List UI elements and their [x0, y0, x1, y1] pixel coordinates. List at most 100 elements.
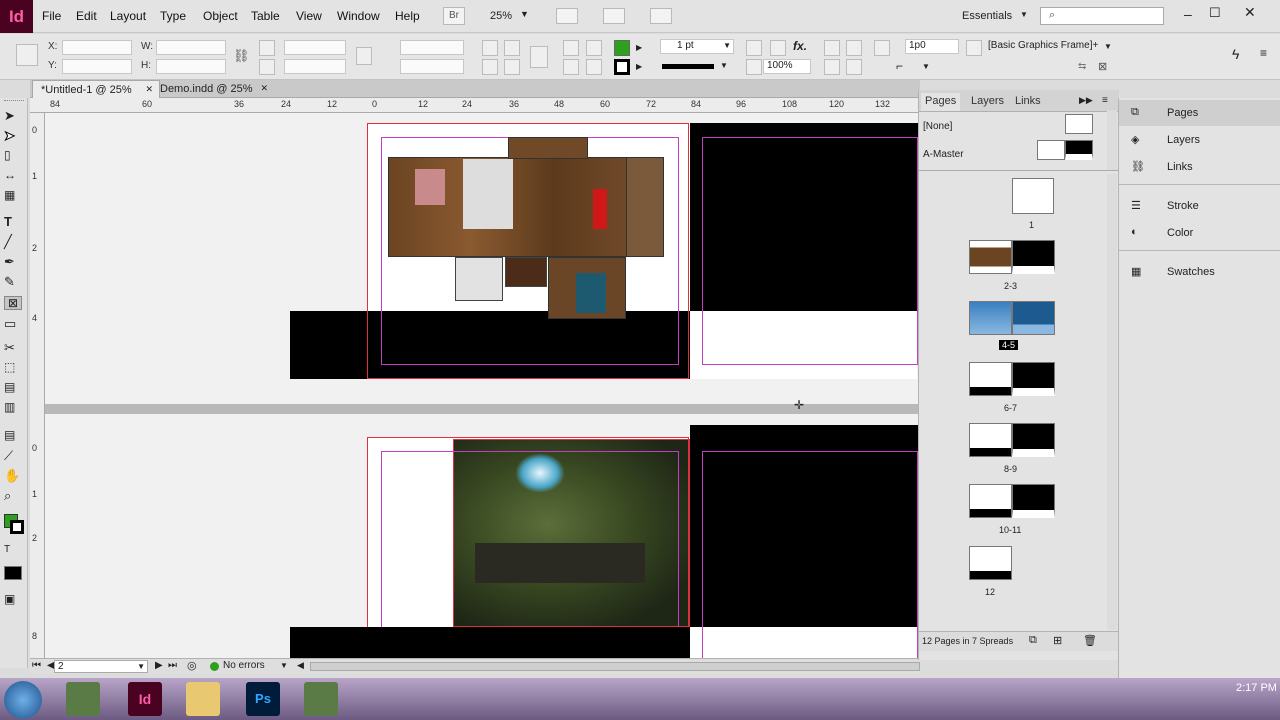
dock-swatches[interactable]: ▦ Swatches [1119, 259, 1280, 285]
panel-tab-pages[interactable]: Pages [921, 93, 961, 111]
corner-dropdown-icon[interactable]: ▼ [922, 62, 930, 71]
reference-point-icon[interactable] [16, 44, 38, 66]
object-style-dropdown-icon[interactable]: ▼ [1104, 42, 1112, 51]
scissors-tool-icon[interactable]: ✂ [4, 340, 22, 355]
maximize-icon[interactable]: ☐ [1209, 5, 1221, 21]
vertical-ruler[interactable]: 0 1 2 4 0 1 2 8 [30, 113, 45, 658]
rotate-90-cw-icon[interactable] [482, 40, 498, 56]
shear-field[interactable] [400, 59, 464, 74]
wrap-none-icon[interactable] [824, 40, 840, 56]
taskbar-app-icon[interactable] [66, 682, 100, 716]
zoom-level[interactable]: 25% [490, 10, 512, 22]
tab-demo[interactable]: Demo.indd @ 25% ✕ [152, 80, 272, 98]
content-collector-icon[interactable]: ▦ [4, 188, 22, 202]
scroll-left-icon[interactable]: ◀ [297, 660, 304, 671]
tab-untitled[interactable]: *Untitled-1 @ 25% ✕ [32, 80, 160, 98]
x-field[interactable] [62, 40, 132, 55]
menu-table[interactable]: Table [251, 9, 280, 23]
menu-edit[interactable]: Edit [76, 9, 97, 23]
taskbar-photoshop-icon[interactable]: Ps [246, 682, 280, 716]
view-options-icon[interactable] [556, 8, 578, 24]
effects-icon[interactable] [770, 40, 786, 56]
preflight-icon[interactable]: ◎ [187, 659, 197, 672]
menu-type[interactable]: Type [160, 9, 186, 23]
none-master-thumb[interactable] [1065, 114, 1093, 134]
select-next-icon[interactable] [586, 59, 602, 75]
page-thumb-10[interactable] [969, 484, 1012, 518]
gradient-swatch-tool-icon[interactable]: ▤ [4, 380, 22, 394]
minimize-icon[interactable]: – [1184, 6, 1192, 22]
rectangle-tool-icon[interactable]: ▭ [4, 316, 22, 331]
page-thumb-3[interactable] [1012, 240, 1055, 274]
menu-window[interactable]: Window [337, 9, 380, 23]
rectangle-frame-tool-icon[interactable]: ⊠ [4, 296, 22, 310]
offset-field[interactable]: 1p0 [905, 39, 959, 54]
stroke-type-dropdown-icon[interactable]: ▼ [720, 61, 728, 70]
clear-overrides-icon[interactable]: ⇆ [1078, 61, 1086, 72]
document-canvas[interactable]: ✛ [45, 113, 918, 658]
y-field[interactable] [62, 59, 132, 74]
page-number-field[interactable]: 2 ▼ [54, 660, 148, 673]
a-master-thumb-left[interactable] [1037, 140, 1065, 160]
scale-x-field[interactable] [284, 40, 346, 55]
taskbar-indesign-icon[interactable]: Id [128, 682, 162, 716]
menu-file[interactable]: File [42, 9, 61, 23]
gap-tool-icon[interactable]: ↔ [4, 168, 22, 182]
page-thumb-7[interactable] [1012, 362, 1055, 396]
line-tool-icon[interactable]: ╱ [4, 234, 22, 249]
preflight-dropdown-icon[interactable]: ▼ [280, 661, 288, 670]
free-transform-tool-icon[interactable]: ⬚ [4, 360, 22, 374]
drop-shadow-icon[interactable] [746, 40, 762, 56]
page-thumb-9[interactable] [1012, 423, 1055, 457]
dock-links[interactable]: ⛓ Links [1119, 154, 1280, 180]
zoom-tool-icon[interactable]: ⌕ [4, 488, 22, 503]
pages-scrollbar[interactable] [1107, 174, 1117, 630]
next-page-icon[interactable]: ▶ [155, 660, 163, 671]
screen-mode-icon[interactable] [603, 8, 625, 24]
panel-tab-links[interactable]: Links [1011, 93, 1045, 111]
scale-y-icon[interactable] [259, 59, 275, 75]
last-page-icon[interactable]: ⏭ [168, 660, 177, 671]
formatting-affects-container-icon[interactable]: T [4, 544, 22, 558]
note-tool-icon[interactable]: ▤ [4, 428, 22, 442]
flip-vertical-icon[interactable] [504, 59, 520, 75]
opacity-field[interactable]: 100% [763, 59, 811, 74]
align-center-icon[interactable] [846, 59, 862, 75]
panel-menu-icon[interactable]: ≡ [1260, 46, 1267, 60]
master-scrollbar[interactable] [1107, 110, 1117, 170]
rotate-90-ccw-icon[interactable] [504, 40, 520, 56]
stroke-swatch[interactable] [614, 59, 630, 75]
stroke-dropdown-icon[interactable]: ▶ [636, 62, 642, 71]
menu-object[interactable]: Object [203, 9, 238, 23]
page-thumb-4[interactable] [969, 301, 1012, 335]
dock-stroke[interactable]: ☰ Stroke [1119, 193, 1280, 219]
workspace-dropdown-icon[interactable]: ▼ [1020, 10, 1028, 19]
taskbar-app-icon[interactable] [304, 682, 338, 716]
lightning-icon[interactable]: ϟ [1232, 46, 1239, 62]
page-thumb-8[interactable] [969, 423, 1012, 457]
screen-mode-tool-icon[interactable]: ▣ [4, 592, 22, 606]
start-button[interactable] [4, 681, 42, 719]
delete-page-icon[interactable]: 🗑 [1083, 634, 1097, 647]
constrain-proportions-icon[interactable]: ⛓ [233, 48, 250, 64]
quick-apply-icon[interactable]: ⊠ [1098, 60, 1107, 73]
menu-view[interactable]: View [296, 9, 322, 23]
scale-x-icon[interactable] [259, 40, 275, 56]
a-master[interactable]: A-Master [923, 149, 964, 160]
tab-close-icon[interactable]: ✕ [260, 83, 268, 94]
page-thumb-12[interactable] [969, 546, 1012, 580]
select-content-icon[interactable] [586, 40, 602, 56]
stroke-type-preview[interactable] [662, 64, 714, 69]
dock-pages[interactable]: ⧉ Pages [1119, 100, 1280, 126]
object-style-select[interactable]: [Basic Graphics Frame]+ [988, 40, 1098, 51]
fill-swatch[interactable] [614, 40, 630, 56]
panel-divider[interactable] [919, 170, 1119, 171]
zoom-dropdown-icon[interactable]: ▼ [520, 9, 529, 19]
page-thumb-1[interactable] [1012, 178, 1054, 214]
rotation-field[interactable] [400, 40, 464, 55]
object-style-icon[interactable] [966, 40, 982, 56]
horizontal-ruler[interactable]: 84 60 36 24 12 0 12 24 36 48 60 72 84 96… [30, 98, 920, 113]
dock-layers[interactable]: ◈ Layers [1119, 127, 1280, 153]
a-master-thumb-right[interactable] [1065, 140, 1093, 160]
clock[interactable]: 2:17 PM [1236, 682, 1277, 694]
